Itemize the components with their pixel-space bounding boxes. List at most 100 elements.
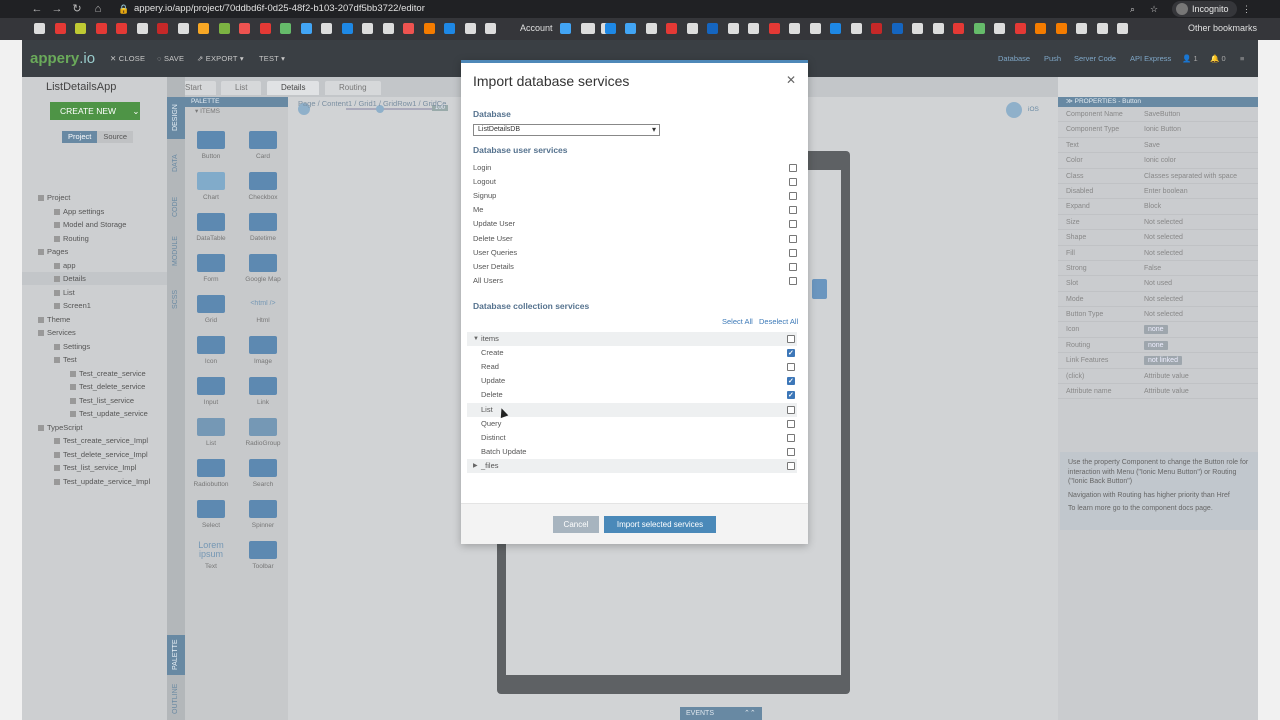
tree-item[interactable]: Pages	[38, 247, 68, 256]
tab-source[interactable]: Source	[97, 131, 134, 143]
user-service-row[interactable]: User Details	[473, 260, 797, 274]
palette-item-datatable[interactable]: DataTable	[186, 213, 236, 242]
tree-item[interactable]: List	[54, 288, 75, 297]
property-row[interactable]: Attribute name Attribute value	[1058, 384, 1258, 400]
user-service-checkbox[interactable]	[789, 248, 797, 257]
create-new-button[interactable]: CREATE NEW ⌄	[50, 102, 140, 120]
property-value[interactable]: Attribute value	[1144, 369, 1189, 384]
property-value[interactable]: Classes separated with space	[1144, 169, 1237, 184]
collection-checkbox[interactable]	[787, 461, 795, 470]
palette-item-spinner[interactable]: Spinner	[238, 500, 288, 529]
collection-service-row[interactable]: Delete	[467, 388, 797, 403]
collection-service-row[interactable]: Create	[467, 346, 797, 361]
property-row[interactable]: Class Classes separated with space	[1058, 169, 1258, 184]
palette-item-google-map[interactable]: Google Map	[238, 254, 288, 283]
bookmark-favicon[interactable]	[748, 23, 759, 34]
events-tab[interactable]: EVENTS ⌃⌃	[680, 707, 762, 720]
chevron-right-icon[interactable]: ▶	[473, 459, 478, 473]
bookmark-favicon[interactable]	[727, 23, 739, 34]
palette-item-link[interactable]: Link	[238, 377, 288, 406]
collection-group-row[interactable]: ▼ items	[467, 332, 797, 346]
vtab-design[interactable]: DESIGN	[167, 97, 185, 139]
bookmark-favicon[interactable]	[423, 23, 435, 34]
bookmark-favicon[interactable]	[584, 23, 595, 34]
bookmark-favicon[interactable]	[645, 23, 657, 34]
vtab-module[interactable]: MODULE	[167, 229, 185, 273]
property-value[interactable]: False	[1144, 261, 1161, 276]
bookmark-favicon[interactable]	[666, 23, 677, 34]
tree-item[interactable]: Test_create_service	[70, 369, 146, 378]
tab-project[interactable]: Project	[62, 131, 98, 143]
property-value[interactable]: Ionic color	[1144, 153, 1176, 168]
property-value[interactable]: Enter boolean	[1144, 184, 1188, 199]
palette-item-select[interactable]: Select	[186, 500, 236, 529]
palette-item-search[interactable]: Search	[238, 459, 288, 488]
palette-item-form[interactable]: Form	[186, 254, 236, 283]
tree-item[interactable]: Theme	[38, 315, 70, 324]
bookmark-favicon[interactable]	[75, 23, 86, 34]
export-button[interactable]: ⇗ EXPORT ▾	[197, 54, 244, 63]
palette-item-chart[interactable]: Chart	[186, 172, 236, 201]
api-express-link[interactable]: API Express	[1130, 54, 1171, 63]
tree-item[interactable]: app	[54, 261, 76, 270]
collection-checkbox[interactable]	[787, 419, 795, 428]
server-code-link[interactable]: Server Code	[1074, 54, 1116, 63]
bookmark-favicon[interactable]	[560, 23, 571, 34]
user-service-checkbox[interactable]	[789, 262, 797, 271]
ios-toggle[interactable]: iOS	[1028, 106, 1039, 113]
collection-checkbox[interactable]	[787, 405, 795, 414]
property-row[interactable]: Text Save	[1058, 138, 1258, 154]
bookmark-favicon[interactable]	[625, 23, 636, 34]
user-service-row[interactable]: User Queries	[473, 246, 797, 260]
property-value[interactable]: none	[1144, 340, 1168, 350]
bookmark-favicon[interactable]	[604, 23, 616, 34]
database-select[interactable]: ListDetailsDB	[473, 124, 660, 136]
select-all-link[interactable]: Select All	[722, 317, 753, 326]
tree-item[interactable]: Screen1	[54, 301, 91, 310]
collection-checkbox[interactable]	[787, 347, 795, 361]
tree-item[interactable]: Test_delete_service	[70, 382, 145, 391]
bookmark-favicon[interactable]	[444, 23, 455, 34]
bookmark-favicon[interactable]	[1076, 23, 1087, 34]
push-link[interactable]: Push	[1044, 54, 1061, 63]
bookmark-favicon[interactable]	[850, 23, 862, 34]
reload-icon[interactable]: ↻	[70, 2, 84, 16]
bookmark-favicon[interactable]	[280, 23, 291, 34]
user-service-checkbox[interactable]	[789, 192, 797, 201]
property-row[interactable]: Mode Not selected	[1058, 292, 1258, 308]
user-service-checkbox[interactable]	[789, 220, 797, 229]
user-service-checkbox[interactable]	[789, 234, 797, 243]
bookmark-favicon[interactable]	[382, 23, 394, 34]
bookmark-favicon[interactable]	[1096, 23, 1108, 34]
bookmark-favicon[interactable]	[95, 23, 107, 34]
user-service-checkbox[interactable]	[789, 164, 797, 172]
palette-item-icon[interactable]: Icon	[186, 336, 236, 365]
property-value[interactable]: Attribute value	[1144, 384, 1189, 399]
property-value[interactable]: Not selected	[1144, 246, 1183, 261]
property-value[interactable]: none	[1144, 325, 1168, 335]
vtab-scss[interactable]: SCSS	[167, 281, 185, 317]
property-row[interactable]: Disabled Enter boolean	[1058, 184, 1258, 200]
bookmark-favicon[interactable]	[403, 23, 414, 34]
tree-item[interactable]: Test_update_service	[70, 409, 148, 418]
palette-item-button[interactable]: Button	[186, 131, 236, 160]
bookmark-favicon[interactable]	[707, 23, 718, 34]
close-button[interactable]: ✕ CLOSE	[110, 54, 145, 63]
help-text-docs[interactable]: To learn more go to the component docs p…	[1068, 504, 1250, 514]
tree-item[interactable]: Test_delete_service_Impl	[54, 450, 148, 459]
bookmark-favicon[interactable]	[198, 23, 209, 34]
import-selected-services-button[interactable]: Import selected services	[604, 516, 716, 533]
tree-item[interactable]: Services	[38, 328, 76, 337]
save-button[interactable]: ◌ SAVE	[157, 54, 184, 63]
bookmark-favicon[interactable]	[912, 23, 923, 34]
bookmark-favicon[interactable]	[953, 23, 964, 34]
user-service-row[interactable]: All Users	[473, 274, 797, 288]
other-bookmarks[interactable]: Other bookmarks	[1188, 23, 1257, 34]
bookmark-account[interactable]: Account	[520, 23, 553, 34]
save-button-preview[interactable]	[812, 279, 827, 299]
property-row[interactable]: Size Not selected	[1058, 215, 1258, 231]
palette-item-toolbar[interactable]: Toolbar	[238, 541, 288, 570]
tree-item[interactable]: Project	[38, 193, 70, 202]
property-value[interactable]: Not selected	[1144, 307, 1183, 322]
vtab-outline[interactable]: OUTLINE	[167, 679, 185, 719]
